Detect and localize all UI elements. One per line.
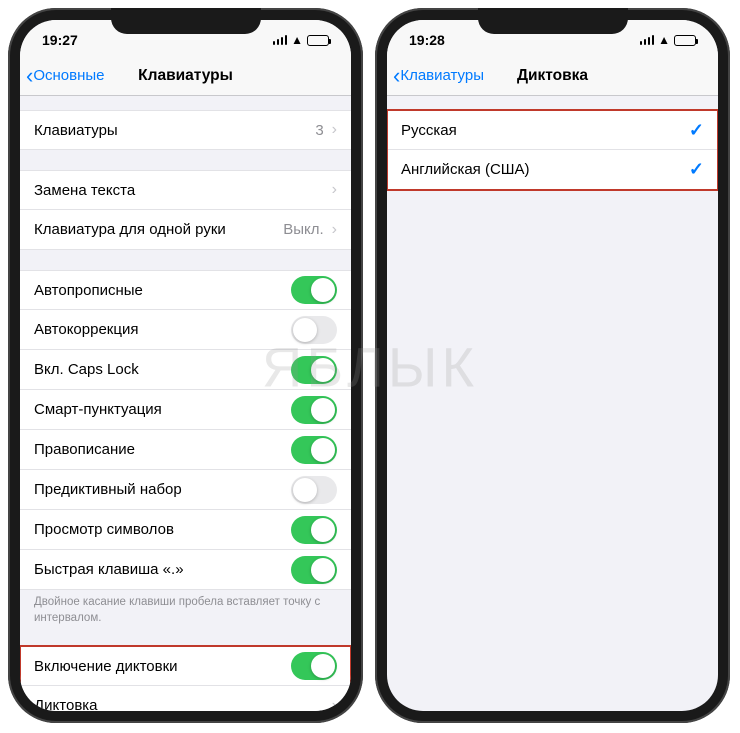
row-dictation[interactable]: Диктовка ›: [20, 686, 351, 711]
phone-right: 19:28 ▲ ‹ Клавиатуры Диктовка Русская ✓: [375, 8, 730, 723]
row-language-russian[interactable]: Русская ✓: [387, 110, 718, 150]
notch: [111, 8, 261, 34]
toggle-autocap[interactable]: [291, 276, 337, 304]
row-charpreview: Просмотр символов: [20, 510, 351, 550]
back-button[interactable]: ‹ Основные: [20, 63, 105, 89]
content: Клавиатуры 3 › Замена текста › Клавиатур…: [20, 96, 351, 711]
row-predictive: Предиктивный набор: [20, 470, 351, 510]
toggle-period-shortcut[interactable]: [291, 556, 337, 584]
row-enable-dictation: Включение диктовки: [20, 646, 351, 686]
status-time: 19:28: [409, 32, 445, 48]
group-text-options: Замена текста › Клавиатура для одной рук…: [20, 170, 351, 250]
row-period-shortcut: Быстрая клавиша «.»: [20, 550, 351, 590]
row-label: Автопрописные: [34, 282, 143, 299]
group-dictation: Включение диктовки Диктовка ›: [20, 646, 351, 711]
checkmark-icon: ✓: [689, 120, 704, 141]
toggle-autocorrect[interactable]: [291, 316, 337, 344]
row-label: Клавиатуры: [34, 122, 118, 139]
toggle-smartpunct[interactable]: [291, 396, 337, 424]
row-capslock: Вкл. Caps Lock: [20, 350, 351, 390]
chevron-right-icon: ›: [332, 221, 337, 239]
row-label: Правописание: [34, 441, 135, 458]
row-label: Диктовка: [34, 697, 98, 711]
row-smartpunct: Смарт-пунктуация: [20, 390, 351, 430]
row-text-replacement[interactable]: Замена текста ›: [20, 170, 351, 210]
chevron-left-icon: ‹: [26, 63, 33, 89]
screen-left: 19:27 ▲ ‹ Основные Клавиатуры Клавиатуры…: [20, 20, 351, 711]
row-spelling: Правописание: [20, 430, 351, 470]
row-label: Быстрая клавиша «.»: [34, 561, 184, 578]
status-time: 19:27: [42, 32, 78, 48]
toggle-spelling[interactable]: [291, 436, 337, 464]
group-toggles: Автопрописные Автокоррекция Вкл. Caps Lo…: [20, 270, 351, 590]
row-label: Русская: [401, 122, 457, 139]
row-label: Предиктивный набор: [34, 481, 182, 498]
row-autocap: Автопрописные: [20, 270, 351, 310]
row-keyboards[interactable]: Клавиатуры 3 ›: [20, 110, 351, 150]
row-label: Автокоррекция: [34, 321, 138, 338]
row-label: Вкл. Caps Lock: [34, 361, 139, 378]
screen-right: 19:28 ▲ ‹ Клавиатуры Диктовка Русская ✓: [387, 20, 718, 711]
wifi-icon: ▲: [658, 33, 670, 47]
toggle-enable-dictation[interactable]: [291, 652, 337, 680]
back-label: Основные: [33, 67, 104, 84]
chevron-right-icon: ›: [332, 697, 337, 711]
group-toggles-footer: Двойное касание клавиши пробела вставляе…: [20, 590, 351, 626]
signal-icon: [273, 35, 288, 45]
toggle-capslock[interactable]: [291, 356, 337, 384]
chevron-left-icon: ‹: [393, 63, 400, 89]
battery-icon: [307, 35, 329, 46]
notch: [478, 8, 628, 34]
row-detail: Выкл.: [283, 221, 323, 238]
row-label: Смарт-пунктуация: [34, 401, 162, 418]
checkmark-icon: ✓: [689, 159, 704, 180]
row-label: Клавиатура для одной руки: [34, 221, 226, 238]
row-label: Английская (США): [401, 161, 530, 178]
row-detail: 3: [315, 122, 323, 139]
row-language-english-us[interactable]: Английская (США) ✓: [387, 150, 718, 190]
row-autocorrect: Автокоррекция: [20, 310, 351, 350]
signal-icon: [640, 35, 655, 45]
group-keyboards: Клавиатуры 3 ›: [20, 110, 351, 150]
content: Русская ✓ Английская (США) ✓: [387, 96, 718, 711]
phone-left: 19:27 ▲ ‹ Основные Клавиатуры Клавиатуры…: [8, 8, 363, 723]
nav-bar: ‹ Основные Клавиатуры: [20, 56, 351, 96]
chevron-right-icon: ›: [332, 181, 337, 199]
toggle-predictive[interactable]: [291, 476, 337, 504]
row-one-handed[interactable]: Клавиатура для одной руки Выкл. ›: [20, 210, 351, 250]
back-button[interactable]: ‹ Клавиатуры: [387, 63, 484, 89]
row-label: Включение диктовки: [34, 658, 178, 675]
chevron-right-icon: ›: [332, 121, 337, 139]
battery-icon: [674, 35, 696, 46]
row-label: Просмотр символов: [34, 521, 174, 538]
group-languages: Русская ✓ Английская (США) ✓: [387, 110, 718, 190]
nav-bar: ‹ Клавиатуры Диктовка: [387, 56, 718, 96]
wifi-icon: ▲: [291, 33, 303, 47]
row-label: Замена текста: [34, 182, 135, 199]
back-label: Клавиатуры: [400, 67, 484, 84]
toggle-charpreview[interactable]: [291, 516, 337, 544]
